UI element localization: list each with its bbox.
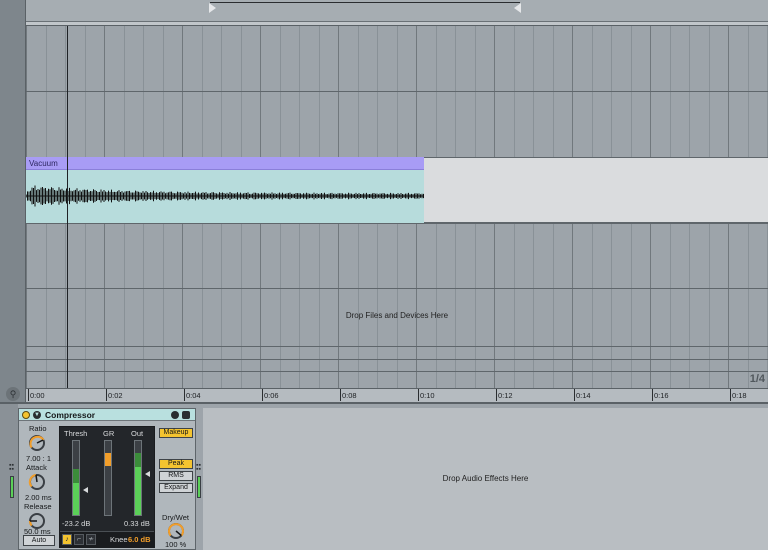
- output-pointer[interactable]: [145, 471, 150, 477]
- track-divider: [26, 359, 768, 360]
- ratio-value[interactable]: 7.00 : 1: [26, 454, 51, 463]
- loop-end-marker[interactable]: [514, 3, 521, 13]
- clip-name: Vacuum: [29, 159, 58, 168]
- input-level-meter: [10, 476, 14, 498]
- ratio-label: Ratio: [29, 424, 47, 433]
- knee-label: Knee: [110, 535, 128, 544]
- drag-handle-icon[interactable]: ▪▪ ▪▪: [196, 462, 202, 473]
- waveform: [26, 185, 424, 207]
- attack-label: Attack: [26, 463, 47, 472]
- expand-button[interactable]: Expand: [159, 483, 193, 493]
- empty-clip-area[interactable]: [424, 157, 768, 223]
- page-indicator: 1/4: [749, 373, 765, 385]
- clip-waveform-area[interactable]: [26, 170, 424, 223]
- loop-start-marker[interactable]: [209, 3, 216, 13]
- rms-button[interactable]: RMS: [159, 471, 193, 481]
- arrangement-left-strip: [0, 0, 26, 402]
- time-ruler[interactable]: 0:00 0:02 0:04 0:06 0:08 0:10 0:12 0:14 0:16 0:18: [26, 388, 768, 402]
- attack-value[interactable]: 2.00 ms: [25, 493, 52, 502]
- device-power-button[interactable]: [22, 411, 30, 419]
- drywet-label: Dry/Wet: [162, 513, 189, 522]
- time-tick-label: 0:00: [28, 389, 45, 401]
- knee-curve-icon[interactable]: ⌐: [74, 534, 84, 545]
- time-tick-label: 0:10: [418, 389, 435, 401]
- time-tick-label: 0:14: [574, 389, 591, 401]
- drywet-knob[interactable]: [167, 522, 185, 540]
- drag-handle-icon[interactable]: ▪▪ ▪▪: [9, 462, 15, 473]
- gr-label: GR: [103, 429, 115, 438]
- device-view: ▪▪▪▪ ▼ Compressor Ratio 7.00 : 1 Attack: [0, 402, 768, 550]
- live-window: Vacuum Drop Files and Devices Here 1/4 ⚲…: [0, 0, 768, 550]
- thresh-label: Thresh: [64, 429, 88, 438]
- auto-release-button[interactable]: Auto: [23, 535, 55, 546]
- time-tick-label: 0:12: [496, 389, 513, 401]
- drop-effects-hint: Drop Audio Effects Here: [442, 474, 529, 483]
- hot-swap-icon[interactable]: [182, 411, 190, 419]
- fold-icon[interactable]: ▼: [33, 411, 41, 419]
- beat-ruler[interactable]: [26, 0, 768, 22]
- time-tick-label: 0:08: [340, 389, 357, 401]
- drop-files-hint: Drop Files and Devices Here: [345, 311, 449, 320]
- device-chain-strip: ▪▪ ▪▪: [0, 404, 18, 550]
- output-level-meter: [197, 476, 201, 498]
- attack-knob[interactable]: [28, 473, 46, 491]
- gain-reduction-meter: [104, 440, 112, 516]
- threshold-pointer[interactable]: [83, 487, 88, 493]
- device-title-bar[interactable]: ▼ Compressor: [19, 409, 195, 421]
- clip-header[interactable]: Vacuum: [26, 157, 424, 170]
- time-tick-label: 0:06: [262, 389, 279, 401]
- track-lanes[interactable]: Vacuum: [26, 26, 768, 388]
- track-divider: [26, 91, 768, 92]
- time-tick-label: 0:16: [652, 389, 669, 401]
- track-divider: [26, 371, 768, 372]
- drywet-value[interactable]: 100 %: [165, 540, 186, 549]
- envelope-icon[interactable]: ≁: [86, 534, 96, 545]
- out-label: Out: [131, 429, 144, 438]
- output-meter[interactable]: [134, 440, 142, 516]
- meter-display: Thresh GR Out -23.2 dB 0.33 dB ♪ ⌐ ≁ Kne…: [59, 426, 155, 548]
- track-divider: [26, 346, 768, 347]
- device-title: Compressor: [45, 410, 96, 420]
- peak-button[interactable]: Peak: [159, 459, 193, 469]
- track-divider: [26, 223, 768, 224]
- out-value[interactable]: 0.33 dB: [124, 519, 150, 528]
- loop-brace[interactable]: [209, 2, 521, 13]
- envelope-bar: ♪ ⌐ ≁ Knee 6.0 dB: [60, 531, 154, 547]
- playhead[interactable]: [67, 26, 68, 388]
- ratio-knob[interactable]: [28, 434, 46, 452]
- time-tick-label: 0:02: [106, 389, 123, 401]
- track-divider: [26, 288, 768, 289]
- lookahead-icon[interactable]: ♪: [62, 534, 72, 545]
- audio-clip[interactable]: Vacuum: [26, 157, 424, 223]
- zoom-icon[interactable]: ⚲: [6, 387, 20, 401]
- makeup-button[interactable]: Makeup: [159, 428, 193, 438]
- threshold-meter[interactable]: [72, 440, 80, 516]
- audio-effects-drop-zone[interactable]: Drop Audio Effects Here: [203, 408, 768, 550]
- time-tick-label: 0:04: [184, 389, 201, 401]
- compressor-device[interactable]: ▼ Compressor Ratio 7.00 : 1 Attack 2.00 …: [18, 408, 196, 550]
- save-preset-icon[interactable]: [171, 411, 179, 419]
- thresh-value[interactable]: -23.2 dB: [62, 519, 90, 528]
- arrangement-view: Vacuum Drop Files and Devices Here 1/4 ⚲…: [0, 0, 768, 402]
- knee-value[interactable]: 6.0 dB: [128, 535, 151, 544]
- release-label: Release: [24, 502, 52, 511]
- time-tick-label: 0:18: [730, 389, 747, 401]
